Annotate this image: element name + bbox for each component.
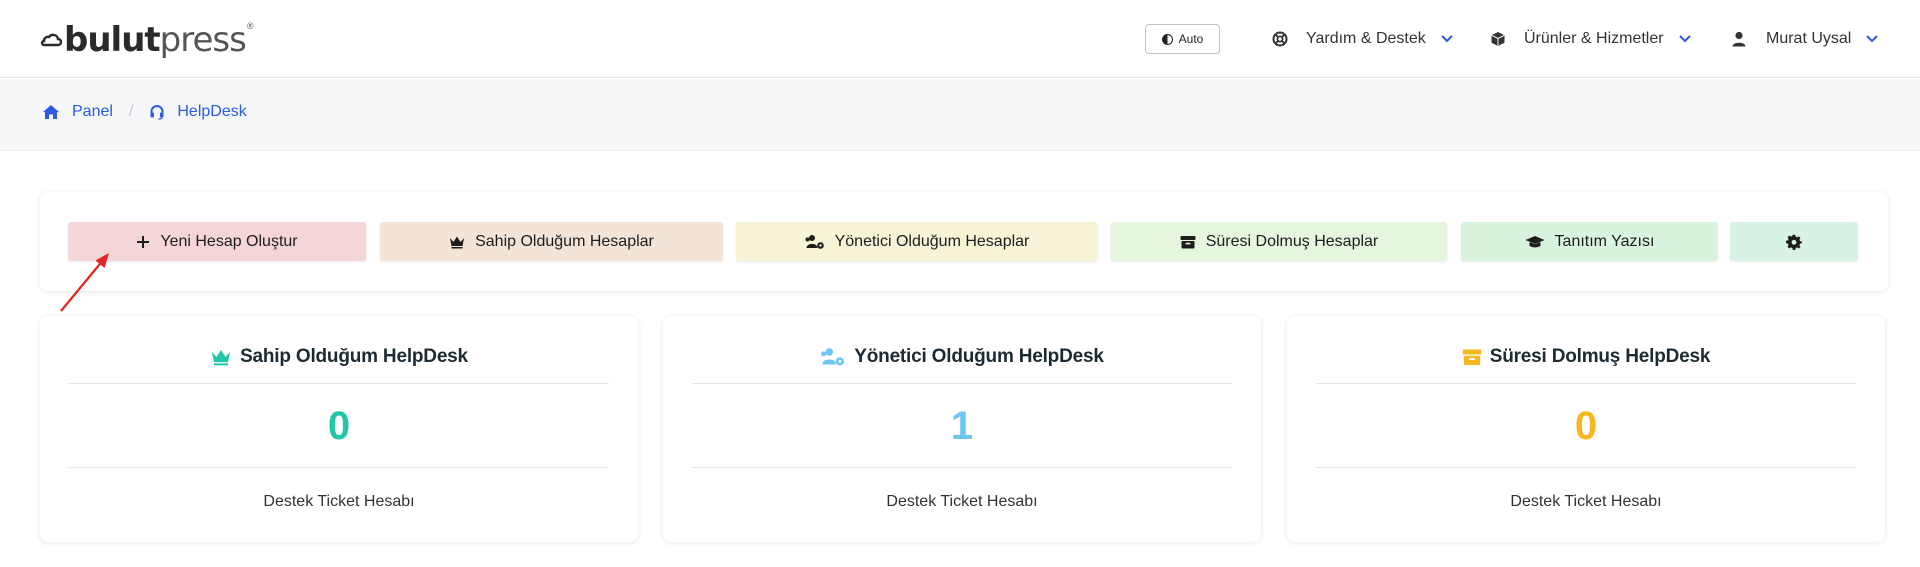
nav-help-support-label: Yardım & Destek xyxy=(1306,30,1426,47)
managed-accounts-label: Yönetici Olduğum Hesaplar xyxy=(834,232,1030,250)
divider xyxy=(69,383,609,384)
logo-registered-mark: ® xyxy=(246,21,254,31)
divider xyxy=(1316,383,1856,384)
helpdesk-actions-panel: Yeni Hesap Oluştur Sahip Olduğum Hesapla… xyxy=(40,192,1888,291)
plus-icon xyxy=(137,235,150,248)
cloud-logo-icon xyxy=(40,33,62,47)
nav-user-menu[interactable]: Murat Uysal xyxy=(1732,24,1879,54)
annotation-arrow-icon xyxy=(60,253,109,312)
owned-helpdesk-card: Sahip Olduğum HelpDesk 0 Destek Ticket H… xyxy=(40,316,638,542)
nav-user-name: Murat Uysal xyxy=(1766,30,1852,47)
managed-helpdesk-title-text: Yönetici Olduğum HelpDesk xyxy=(854,346,1104,367)
expired-accounts-label: Süresi Dolmuş Hesaplar xyxy=(1205,232,1379,250)
settings-button[interactable] xyxy=(1730,222,1858,261)
logo-main-text: bulut xyxy=(64,20,161,60)
managed-helpdesk-subtitle: Destek Ticket Hesabı xyxy=(886,493,1038,510)
expired-helpdesk-card: Süresi Dolmuş HelpDesk 0 Destek Ticket H… xyxy=(1287,316,1885,542)
divider xyxy=(69,467,609,468)
logo-light-text: press xyxy=(159,20,247,60)
managed-helpdesk-title: Yönetici Olduğum HelpDesk xyxy=(663,346,1261,368)
owned-helpdesk-count: 0 xyxy=(327,404,351,448)
owned-accounts-button[interactable]: Sahip Olduğum Hesaplar xyxy=(380,222,723,261)
archive-icon xyxy=(1462,349,1482,366)
nav-products-services-label: Ürünler & Hizmetler xyxy=(1524,30,1664,47)
breadcrumb-helpdesk-label: HelpDesk xyxy=(177,103,247,120)
expired-helpdesk-subtitle: Destek Ticket Hesabı xyxy=(1510,493,1662,510)
users-gear-icon xyxy=(805,234,824,249)
archive-icon xyxy=(1180,235,1196,248)
owned-helpdesk-title-text: Sahip Olduğum HelpDesk xyxy=(240,346,468,367)
expired-accounts-button[interactable]: Süresi Dolmuş Hesaplar xyxy=(1111,222,1447,261)
breadcrumb-helpdesk[interactable]: HelpDesk xyxy=(149,103,247,121)
managed-accounts-button[interactable]: Yönetici Olduğum Hesaplar xyxy=(736,222,1098,261)
breadcrumb-panel[interactable]: Panel xyxy=(42,103,113,121)
create-account-label: Yeni Hesap Oluştur xyxy=(160,232,298,250)
chevron-down-icon xyxy=(1678,35,1691,43)
contrast-icon xyxy=(1161,33,1173,45)
users-gear-icon xyxy=(821,348,845,366)
top-navbar: bulutpress ® Auto Yardım & Destek Ürünler… xyxy=(0,0,1920,78)
expired-helpdesk-title-text: Süresi Dolmuş HelpDesk xyxy=(1489,346,1711,367)
bulutpress-logo[interactable]: bulutpress ® xyxy=(40,20,253,60)
managed-helpdesk-card: Yönetici Olduğum HelpDesk 1 Destek Ticke… xyxy=(663,316,1261,542)
theme-toggle-button[interactable]: Auto xyxy=(1145,24,1220,54)
breadcrumb-bar: Panel / HelpDesk xyxy=(0,79,1920,151)
nav-products-services[interactable]: Ürünler & Hizmetler xyxy=(1490,24,1692,54)
owned-accounts-label: Sahip Olduğum Hesaplar xyxy=(475,232,654,250)
chevron-down-icon xyxy=(1866,35,1879,43)
graduation-cap-icon xyxy=(1525,235,1545,247)
owned-helpdesk-title: Sahip Olduğum HelpDesk xyxy=(40,346,638,368)
breadcrumb-separator: / xyxy=(128,103,134,120)
user-icon xyxy=(1732,31,1746,47)
lifebuoy-icon xyxy=(1272,31,1288,47)
intro-text-label: Tanıtım Yazısı xyxy=(1554,232,1655,250)
divider xyxy=(1316,467,1856,468)
logo-wordmark: bulutpress xyxy=(64,20,247,60)
cube-icon xyxy=(1491,32,1505,46)
crown-icon xyxy=(212,349,231,366)
chevron-down-icon xyxy=(1441,35,1453,43)
divider xyxy=(692,383,1232,384)
managed-helpdesk-count: 1 xyxy=(950,404,974,448)
expired-helpdesk-title: Süresi Dolmuş HelpDesk xyxy=(1287,346,1885,368)
headset-icon xyxy=(150,105,164,120)
breadcrumb-panel-label: Panel xyxy=(72,103,113,120)
intro-text-button[interactable]: Tanıtım Yazısı xyxy=(1461,222,1718,261)
nav-help-support[interactable]: Yardım & Destek xyxy=(1272,24,1454,54)
crown-icon xyxy=(450,236,465,248)
divider xyxy=(692,467,1232,468)
gear-icon xyxy=(1786,234,1802,250)
expired-helpdesk-count: 0 xyxy=(1574,404,1598,448)
home-icon xyxy=(43,105,59,119)
owned-helpdesk-subtitle: Destek Ticket Hesabı xyxy=(263,493,415,510)
theme-toggle-label: Auto xyxy=(1178,32,1204,46)
breadcrumb: Panel / HelpDesk xyxy=(42,103,247,121)
